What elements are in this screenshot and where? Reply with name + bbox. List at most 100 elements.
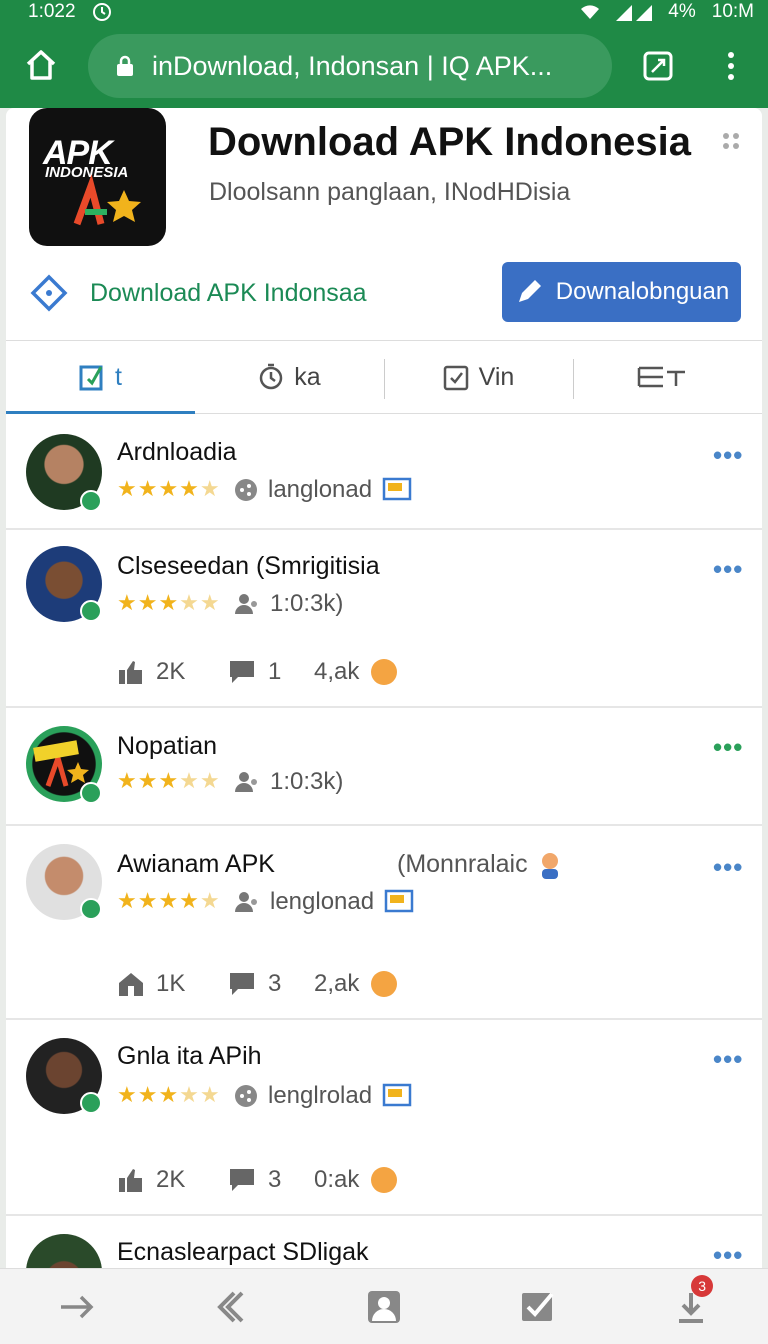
tab-edit[interactable]: t bbox=[6, 341, 195, 414]
comment-icon bbox=[230, 973, 254, 995]
like-count[interactable]: 2K bbox=[118, 1166, 228, 1194]
battery-percent: 4% bbox=[668, 1, 696, 22]
list-item[interactable]: Ardnloadia ★★★★★ langlonad ••• bbox=[6, 414, 762, 530]
bottom-navigation: 3 bbox=[0, 1268, 768, 1344]
image-icon bbox=[382, 1083, 412, 1107]
verified-badge-icon bbox=[80, 782, 102, 804]
clipboard-icon bbox=[443, 365, 468, 391]
list-item[interactable]: Nopatian ★★★★★ 1:0:3k) ••• bbox=[6, 708, 762, 826]
more-options-icon[interactable]: ••• bbox=[713, 556, 743, 582]
share-icon bbox=[235, 479, 257, 501]
item-name: Nopatian bbox=[117, 732, 218, 760]
verified-badge-icon bbox=[80, 898, 102, 920]
comment-icon bbox=[230, 661, 254, 683]
back-icon bbox=[217, 1291, 244, 1322]
home-icon bbox=[119, 973, 143, 996]
download-button[interactable]: Downalobnguan bbox=[502, 262, 741, 322]
item-meta: 1:0:3k) bbox=[234, 590, 343, 618]
tab-timer-label: ka bbox=[294, 362, 321, 391]
tab-timer[interactable]: ka bbox=[195, 341, 384, 413]
emoji-icon bbox=[371, 971, 398, 997]
grid-dots-icon[interactable] bbox=[722, 132, 740, 150]
menu-kebab-icon[interactable] bbox=[722, 50, 740, 82]
timer-icon bbox=[260, 363, 283, 390]
list-item[interactable]: Gnla ita APih ★★★★★ lenglrolad ••• 2K 3 … bbox=[6, 1020, 762, 1216]
reaction-count[interactable]: 2,ak bbox=[314, 970, 398, 998]
rating-stars: ★★★★★ bbox=[117, 590, 221, 615]
edit-icon bbox=[79, 365, 103, 391]
emoji-icon bbox=[371, 1167, 398, 1193]
like-count[interactable]: 1K bbox=[118, 970, 228, 998]
nav-profile[interactable] bbox=[364, 1287, 404, 1327]
comment-icon bbox=[230, 1169, 254, 1191]
item-name: Awianam APK bbox=[117, 850, 275, 878]
item-extra: (Monnralaic bbox=[397, 850, 564, 879]
signal-icon bbox=[616, 5, 653, 21]
like-count-value: 2K bbox=[156, 1166, 186, 1193]
download-link[interactable]: Download APK Indonsaa bbox=[30, 274, 367, 312]
tab-clipboard[interactable]: Vin bbox=[384, 341, 573, 413]
reaction-count-value: 2,ak bbox=[314, 970, 360, 997]
home-icon[interactable] bbox=[24, 48, 58, 82]
download-button-label: Downalobnguan bbox=[555, 278, 730, 305]
download-link-label: Download APK Indonsaa bbox=[90, 278, 367, 307]
comment-count[interactable]: 1 bbox=[228, 658, 314, 686]
nav-forward[interactable] bbox=[57, 1287, 97, 1327]
image-icon bbox=[384, 889, 414, 913]
like-count[interactable]: 2K bbox=[118, 658, 228, 686]
verified-badge-icon bbox=[80, 1092, 102, 1114]
more-options-icon[interactable]: ••• bbox=[713, 1242, 743, 1268]
item-name: Ardnloadia bbox=[117, 438, 237, 466]
rating-stars: ★★★★★ bbox=[117, 888, 221, 913]
item-name: Ecnaslearpact SDligak bbox=[117, 1238, 369, 1266]
item-meta-text: lenglonad bbox=[270, 888, 375, 915]
arrow-right-icon bbox=[60, 1295, 94, 1318]
rating-stars: ★★★★★ bbox=[117, 1082, 221, 1107]
text-format-icon bbox=[637, 366, 685, 388]
list-item[interactable]: Awianam APK (Monnralaic ★★★★★ lenglonad … bbox=[6, 826, 762, 1020]
notification-badge: 3 bbox=[691, 1274, 714, 1297]
status-clock: 10:M bbox=[711, 1, 754, 22]
tab-bar: t ka Vin bbox=[6, 340, 762, 414]
pencil-icon bbox=[518, 280, 541, 302]
rating-stars: ★★★★★ bbox=[117, 476, 221, 501]
share-icon bbox=[235, 1085, 257, 1107]
main-panel: APK INDONESIA Download APK Indonesia Dlo… bbox=[6, 108, 762, 1344]
tab-edit-label: t bbox=[115, 362, 122, 391]
nav-back[interactable] bbox=[210, 1287, 250, 1327]
item-name: Gnla ita APih bbox=[117, 1042, 262, 1070]
tab-switcher-icon[interactable] bbox=[642, 50, 674, 82]
status-bar: 1:022 4% 10:M bbox=[0, 0, 768, 24]
tab-text-format[interactable] bbox=[573, 341, 762, 413]
emoji-icon bbox=[371, 659, 398, 685]
reaction-count-value: 4,ak bbox=[314, 658, 360, 685]
like-count-value: 1K bbox=[156, 970, 186, 997]
thumbs-up-icon bbox=[119, 1169, 142, 1192]
comment-count[interactable]: 3 bbox=[228, 970, 314, 998]
comment-count-value: 3 bbox=[268, 970, 282, 997]
feed-list: Ardnloadia ★★★★★ langlonad ••• Clseseeda… bbox=[6, 414, 762, 1310]
comment-count[interactable]: 3 bbox=[228, 1166, 314, 1194]
reaction-count[interactable]: 0:ak bbox=[314, 1166, 398, 1194]
app-subtitle: Dloolsann panglaan, INodHDisia bbox=[209, 178, 571, 206]
tag-icon bbox=[30, 274, 68, 312]
more-options-icon[interactable]: ••• bbox=[713, 734, 743, 760]
engagement-counts: 2K 3 0:ak bbox=[118, 1166, 398, 1194]
reaction-count[interactable]: 4,ak bbox=[314, 658, 398, 686]
nav-download[interactable]: 3 bbox=[671, 1274, 714, 1327]
app-logo: APK INDONESIA bbox=[29, 108, 166, 246]
more-options-icon[interactable]: ••• bbox=[713, 1046, 743, 1072]
alarm-icon bbox=[92, 3, 111, 21]
logo-mark-icon bbox=[73, 174, 141, 226]
engagement-counts: 1K 3 2,ak bbox=[118, 970, 398, 998]
check-icon bbox=[521, 1292, 554, 1321]
address-bar[interactable]: inDownload, Indonsan | IQ APK... bbox=[88, 34, 612, 98]
nav-check[interactable] bbox=[518, 1287, 558, 1327]
tab-divider bbox=[384, 359, 385, 399]
people-icon bbox=[235, 594, 257, 614]
more-options-icon[interactable]: ••• bbox=[713, 442, 743, 468]
verified-badge-icon bbox=[80, 490, 102, 512]
people-icon bbox=[235, 892, 257, 912]
more-options-icon[interactable]: ••• bbox=[713, 854, 743, 880]
list-item[interactable]: Clseseedan (Smrigitisia ★★★★★ 1:0:3k) ••… bbox=[6, 530, 762, 708]
